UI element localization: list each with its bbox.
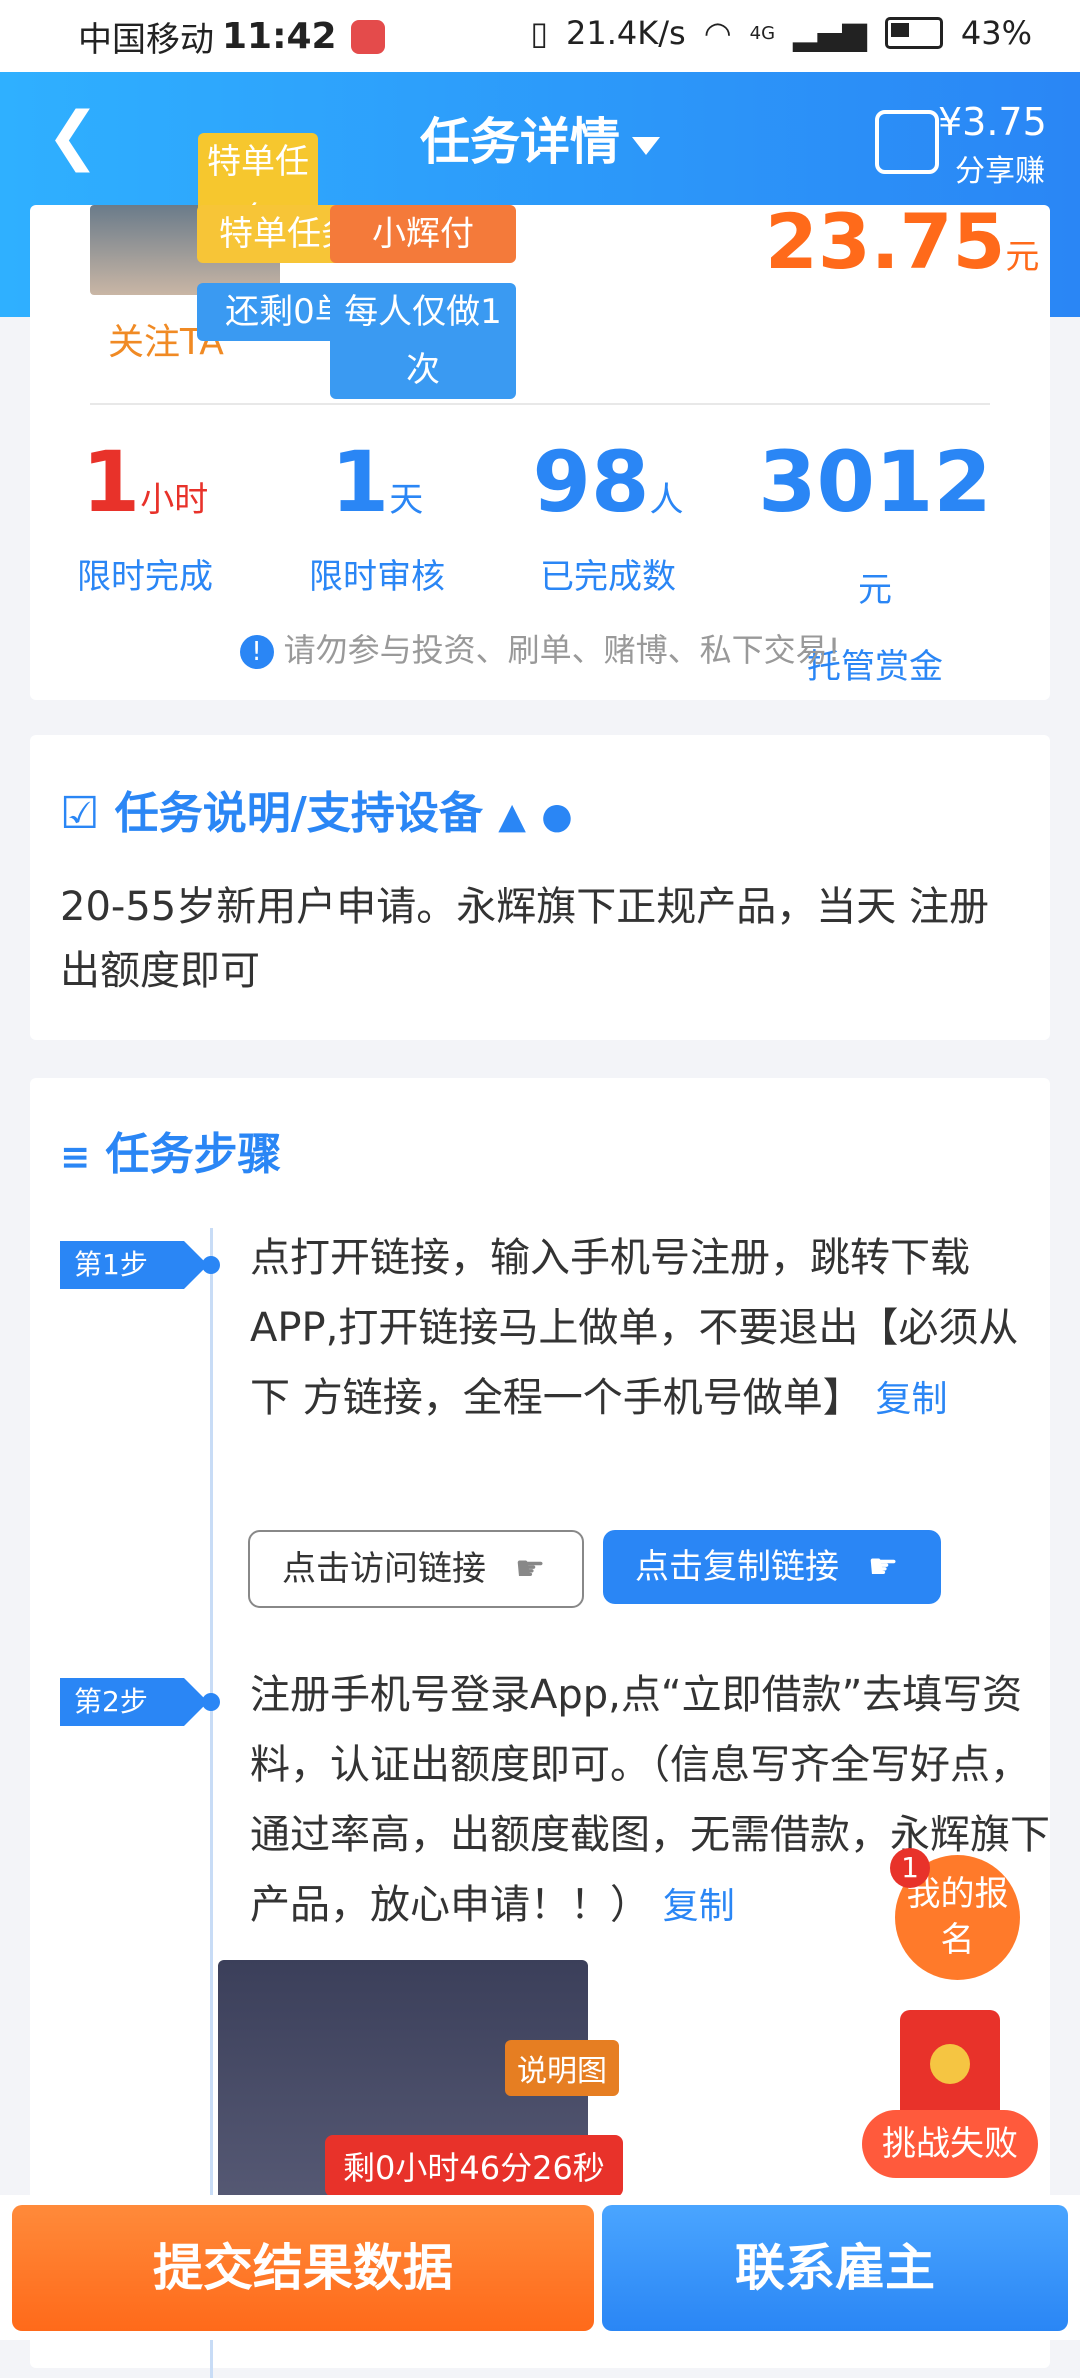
signal-icon: ▂▄▆ bbox=[793, 14, 867, 52]
contact-employer-button[interactable]: 联系雇主 bbox=[602, 2205, 1068, 2331]
copy-link-label: 点击复制链接 bbox=[635, 1547, 839, 1587]
steps-title-text: 任务步骤 bbox=[105, 1129, 282, 1180]
stat-label: 已完成数 bbox=[540, 557, 676, 597]
hand-pointer-icon: ☛ bbox=[867, 1547, 899, 1587]
stat-label: 限时审核 bbox=[309, 557, 445, 597]
tag-limit: 每人仅做1次 bbox=[330, 283, 516, 399]
red-packet-icon[interactable] bbox=[900, 2010, 1000, 2120]
task-info-card: 关注TA 特单任务 特单任务 特单任务 小辉付 还剩0单 每人仅做1次 23.7… bbox=[30, 133, 1050, 700]
description-text: 20-55岁新用户申请。永辉旗下正规产品，当天 注册出额度即可 bbox=[60, 884, 989, 994]
page-title-text: 任务详情 bbox=[420, 113, 620, 171]
price-value: 23.75 bbox=[765, 197, 1006, 286]
copy-link-button[interactable]: 点击复制链接 ☛ bbox=[603, 1530, 941, 1604]
stat-unit: 人 bbox=[649, 480, 684, 520]
steps-title: ≡ 任务步骤 bbox=[60, 1118, 282, 1182]
stat-value: 1 bbox=[330, 433, 390, 531]
stat-value: 1 bbox=[81, 433, 141, 531]
visit-link-label: 点击访问链接 bbox=[282, 1549, 486, 1589]
clipboard-icon: ☑ bbox=[60, 788, 100, 839]
divider bbox=[90, 403, 990, 405]
warning-notice: ! 请勿参与投资、刷单、赌博、私下交易! bbox=[30, 625, 1050, 671]
countdown-timer: 剩0小时46分26秒 bbox=[325, 2135, 623, 2213]
warning-text: 请勿参与投资、刷单、赌博、私下交易! bbox=[283, 631, 841, 669]
stat-unit: 天 bbox=[389, 480, 424, 520]
info-icon: ! bbox=[239, 635, 274, 669]
vibrate-icon: ▯ bbox=[530, 14, 549, 52]
share-label[interactable]: 分享赚 bbox=[955, 146, 1045, 190]
challenge-fail-button[interactable]: 挑战失败 bbox=[862, 2110, 1038, 2178]
tag-brand: 小辉付 bbox=[330, 205, 516, 263]
stat-label: 限时完成 bbox=[77, 557, 213, 597]
share-icon[interactable] bbox=[875, 110, 939, 174]
description-card: ☑ 任务说明/支持设备 ▲ ● 20-55岁新用户申请。永辉旗下正规产品，当天 … bbox=[30, 735, 1050, 1040]
network-type: 4G bbox=[749, 22, 776, 44]
price-unit: 元 bbox=[1005, 237, 1040, 277]
share-amount[interactable]: ¥3.75 bbox=[938, 100, 1047, 144]
stat-value: 98 bbox=[532, 433, 650, 531]
hand-pointer-icon: ☛ bbox=[514, 1549, 546, 1589]
android-icon: ▲ bbox=[498, 796, 526, 837]
status-bar: 中国移动 11:42 ▯ 21.4K/s ◠ 4G ▂▄▆ 43% bbox=[0, 0, 1080, 72]
steps-search-icon: ≡ bbox=[60, 1137, 91, 1178]
submit-result-button[interactable]: 提交结果数据 bbox=[12, 2205, 594, 2331]
stat-review-limit: 1天 限时审核 bbox=[267, 437, 487, 598]
step-tag-2: 第2步 bbox=[60, 1678, 208, 1726]
instruction-image-label: 说明图 bbox=[505, 2040, 619, 2096]
wifi-icon: ◠ bbox=[703, 14, 732, 52]
battery-icon bbox=[884, 17, 943, 49]
battery-level: 43% bbox=[960, 14, 1032, 52]
visit-link-button[interactable]: 点击访问链接 ☛ bbox=[248, 1530, 584, 1608]
stat-value: 3012 bbox=[758, 433, 992, 531]
description-title-text: 任务说明/支持设备 bbox=[114, 788, 483, 839]
bottom-bar: 提交结果数据 联系雇主 bbox=[0, 2195, 1080, 2340]
stat-time-limit: 1小时 限时完成 bbox=[35, 437, 255, 598]
step-text-1: 点打开链接，输入手机号注册，跳转下载APP,打开链接马上做单，不要退出【必须从下… bbox=[250, 1223, 1050, 1435]
step-dot bbox=[202, 1256, 220, 1274]
carrier-label: 中国移动 bbox=[78, 20, 214, 60]
stat-completed: 98人 已完成数 bbox=[498, 437, 718, 598]
stat-unit: 元 bbox=[858, 570, 892, 610]
copy-link-1[interactable]: 复制 bbox=[875, 1379, 947, 1420]
copy-link-2[interactable]: 复制 bbox=[663, 1886, 735, 1927]
apple-icon: ● bbox=[541, 796, 573, 837]
step-dot bbox=[202, 1693, 220, 1711]
dropdown-caret-icon bbox=[632, 136, 660, 155]
signup-count-badge: 1 bbox=[890, 1848, 930, 1888]
clock: 11:42 bbox=[222, 16, 337, 57]
net-speed: 21.4K/s bbox=[566, 14, 686, 52]
task-price: 23.75元 bbox=[765, 197, 1039, 286]
stat-unit: 小时 bbox=[140, 480, 209, 520]
step-tag-1: 第1步 bbox=[60, 1241, 208, 1289]
nav-bar: ❮ 任务详情 ¥3.75 分享赚 bbox=[0, 72, 1080, 202]
app-notification-icon bbox=[350, 19, 385, 54]
description-title: ☑ 任务说明/支持设备 ▲ ● bbox=[60, 777, 573, 841]
